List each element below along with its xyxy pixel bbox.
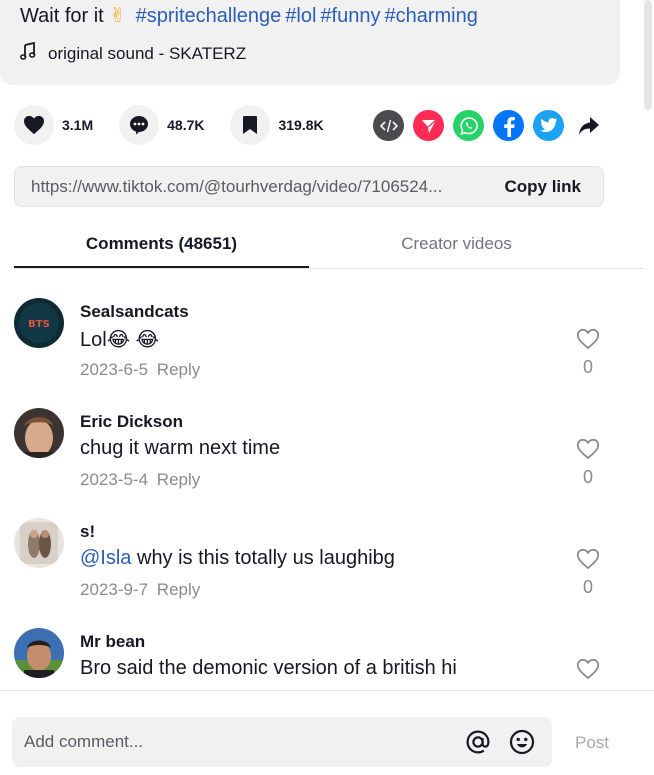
- comment-text: @Isla why is this totally us laughibg: [80, 547, 395, 570]
- like-count: 3.1M: [62, 117, 94, 133]
- avatar[interactable]: [14, 408, 64, 458]
- sound-link[interactable]: original sound - SKATERZ: [19, 41, 247, 65]
- comment-date: 2023-6-5: [80, 360, 149, 379]
- hashtag-link[interactable]: #lol: [285, 5, 316, 27]
- post-button[interactable]: Post: [575, 733, 609, 753]
- comment-composer: Post: [0, 690, 654, 775]
- tab-comments[interactable]: Comments (48651): [14, 222, 309, 268]
- comment-text: Lol😂 😂: [80, 329, 159, 351]
- heart-outline-icon: [576, 658, 600, 680]
- comment-count: 48.7K: [167, 117, 205, 133]
- comment-date: 2023-9-7: [80, 580, 149, 599]
- comment-item: Eric Dickson chug it warm next time 2023…: [0, 398, 654, 508]
- avatar[interactable]: [14, 518, 64, 568]
- share-icons: [373, 110, 604, 141]
- comment-item: BTS Sealsandcats Lol😂 😂 2023-6-5 Reply 0: [0, 288, 654, 398]
- send-icon[interactable]: [413, 110, 444, 141]
- avatar[interactable]: [14, 628, 64, 678]
- hashtag-link[interactable]: #funny: [320, 5, 380, 27]
- comment-meta: 2023-6-5 Reply: [80, 360, 200, 380]
- caption-text: Wait for it: [20, 5, 104, 27]
- reply-button[interactable]: Reply: [157, 470, 200, 489]
- heart-outline-icon: [576, 548, 600, 570]
- avatar[interactable]: BTS: [14, 298, 64, 348]
- comment-meta: 2023-5-4 Reply: [80, 470, 200, 490]
- comment-body: why is this totally us laughibg: [131, 547, 395, 569]
- svg-text:BTS: BTS: [28, 319, 50, 330]
- comment-text: Bro said the demonic version of a britis…: [80, 657, 457, 679]
- save-count: 319.8K: [278, 117, 324, 133]
- video-url: https://www.tiktok.com/@tourhverdag/vide…: [31, 176, 443, 196]
- at-mention-icon[interactable]: [464, 728, 492, 756]
- victory-hand-emoji: ✌: [109, 5, 127, 27]
- comment-like-count: 0: [582, 357, 593, 377]
- save-button[interactable]: 319.8K: [230, 105, 324, 145]
- comment-button[interactable]: 48.7K: [119, 105, 204, 145]
- facebook-icon[interactable]: [493, 110, 524, 141]
- twitter-icon[interactable]: [533, 110, 564, 141]
- comment-input[interactable]: [12, 732, 464, 752]
- comment-username[interactable]: Eric Dickson: [80, 412, 183, 432]
- scrollbar-thumb[interactable]: [644, 0, 652, 110]
- action-bar: 3.1M 48.7K 319.8K: [14, 104, 350, 146]
- comment-like-button[interactable]: [575, 658, 601, 685]
- comment-bubble-icon: [119, 105, 160, 145]
- hashtag-link[interactable]: #spritechallenge: [136, 5, 282, 27]
- comment-like-button[interactable]: 0: [575, 438, 601, 488]
- sound-name: original sound - SKATERZ: [48, 43, 247, 63]
- copy-link-button[interactable]: Copy link: [484, 177, 603, 197]
- heart-icon: [14, 105, 54, 145]
- comment-username[interactable]: Mr bean: [80, 632, 145, 652]
- comment-like-count: 0: [582, 467, 593, 487]
- whatsapp-icon[interactable]: [453, 110, 484, 141]
- video-caption: Wait for it ✌ #spritechallenge #lol #funny…: [20, 3, 478, 28]
- embed-icon[interactable]: [373, 110, 404, 141]
- share-arrow-icon[interactable]: [573, 110, 604, 141]
- comment-item: Mr bean Bro said the demonic version of …: [0, 618, 654, 690]
- bookmark-icon: [230, 105, 271, 145]
- video-link-box: https://www.tiktok.com/@tourhverdag/vide…: [14, 166, 604, 207]
- video-description-card: Wait for it ✌ #spritechallenge #lol #funny…: [0, 0, 620, 85]
- reply-button[interactable]: Reply: [157, 360, 200, 379]
- comment-like-count: 0: [582, 577, 593, 597]
- heart-outline-icon: [576, 438, 600, 460]
- comment-meta: 2023-9-7 Reply: [80, 580, 200, 600]
- comment-like-button[interactable]: 0: [575, 548, 601, 598]
- music-note-icon: [19, 41, 36, 65]
- comment-date: 2023-5-4: [80, 470, 149, 489]
- comment-tabs: Comments (48651) Creator videos: [14, 222, 644, 269]
- mention-link[interactable]: @Isla: [80, 547, 131, 569]
- tab-creator-videos[interactable]: Creator videos: [309, 222, 604, 268]
- emoji-icon[interactable]: [508, 728, 536, 756]
- comment-like-button[interactable]: 0: [575, 328, 601, 378]
- reply-button[interactable]: Reply: [157, 580, 200, 599]
- like-button[interactable]: 3.1M: [14, 105, 93, 145]
- comment-text: chug it warm next time: [80, 437, 281, 459]
- hashtag-link[interactable]: #charming: [384, 5, 477, 27]
- comment-username[interactable]: Sealsandcats: [80, 302, 189, 322]
- comment-list: BTS Sealsandcats Lol😂 😂 2023-6-5 Reply 0…: [0, 288, 654, 690]
- comment-input-box: [12, 717, 552, 767]
- heart-outline-icon: [576, 328, 600, 350]
- comment-item: s! @Isla why is this totally us laughibg…: [0, 508, 654, 618]
- comment-username[interactable]: s!: [80, 522, 95, 542]
